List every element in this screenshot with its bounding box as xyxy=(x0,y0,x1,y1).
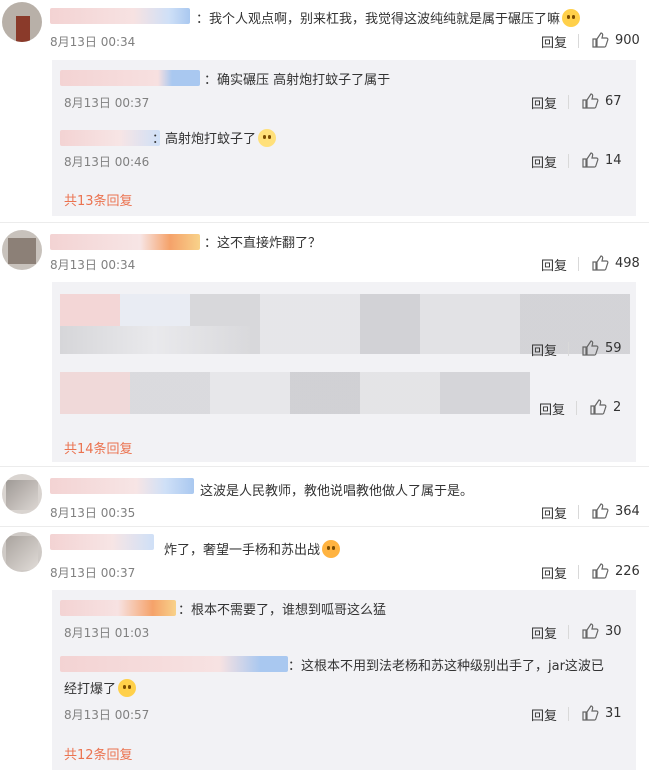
username[interactable] xyxy=(60,656,288,672)
avatar[interactable] xyxy=(2,532,42,572)
like-count: 498 xyxy=(615,255,640,271)
divider xyxy=(568,154,569,168)
divider xyxy=(578,34,579,48)
reply-button[interactable]: 回复 xyxy=(541,32,567,51)
comment-time: 8月13日 00:34 xyxy=(50,35,136,49)
divider xyxy=(568,342,569,356)
reply-button[interactable]: 回复 xyxy=(531,705,557,724)
reply-text: ：根本不需要了，谁想到呱哥这么猛 xyxy=(178,603,387,618)
divider xyxy=(578,257,579,271)
reply-button[interactable]: 回复 xyxy=(531,340,557,359)
thumbs-up-icon xyxy=(582,623,599,639)
reply-time: 8月13日 00:46 xyxy=(64,155,150,169)
thumbs-up-icon xyxy=(582,340,599,356)
like-count: 2 xyxy=(613,399,622,415)
thumbs-up-icon xyxy=(582,93,599,109)
emoji-icon xyxy=(562,9,581,27)
like-count: 67 xyxy=(605,93,622,109)
like-count: 364 xyxy=(615,503,640,519)
like-count: 226 xyxy=(615,563,640,579)
comment-text: 炸了，奢望一手杨和苏出战 xyxy=(164,539,341,558)
reply-button[interactable]: 回复 xyxy=(531,623,557,642)
blurred-reply-content xyxy=(60,372,530,414)
like-count: 14 xyxy=(605,152,622,168)
like-button[interactable]: 14 xyxy=(581,151,622,169)
username[interactable] xyxy=(60,600,176,616)
thumbs-up-icon xyxy=(592,255,609,271)
like-count: 30 xyxy=(605,623,622,639)
blurred-reply-content xyxy=(60,326,250,354)
comment-time: 8月13日 00:34 xyxy=(50,258,136,272)
reply-panel: ：确实碾压 高射炮打蚊子了属于 8月13日 00:37 回复 67 ：高射炮打蚊… xyxy=(52,60,636,216)
like-button[interactable]: 364 xyxy=(591,502,640,520)
divider xyxy=(568,625,569,639)
emoji-icon xyxy=(258,129,277,147)
comment-text: ：我个人观点啊，别来杠我，我觉得这波纯纯就是属于碾压了嘛 xyxy=(196,8,581,27)
reply-button[interactable]: 回复 xyxy=(541,255,567,274)
reply-text-continued: 经打爆了 xyxy=(64,678,137,697)
like-button[interactable]: 498 xyxy=(591,254,640,272)
thumbs-up-icon xyxy=(592,32,609,48)
avatar[interactable] xyxy=(2,2,42,42)
reply-time: 8月13日 00:57 xyxy=(64,708,150,722)
more-replies-link[interactable]: 共12条回复 xyxy=(64,744,133,763)
thumbs-up-icon xyxy=(592,503,609,519)
like-count: 31 xyxy=(605,705,622,721)
reply-text: ：确实碾压 高射炮打蚊子了属于 xyxy=(204,73,391,88)
emoji-icon xyxy=(322,540,341,558)
comment: ：这不直接炸翻了？ 8月13日 00:34 回复 498 回复 59 回复 2 … xyxy=(0,222,649,466)
reply-time: 8月13日 01:03 xyxy=(64,626,150,640)
divider xyxy=(578,565,579,579)
like-button[interactable]: 31 xyxy=(581,704,622,722)
comment-text: 这波是人民教师，教他说唱教他做人了属于是。 xyxy=(200,484,474,499)
avatar[interactable] xyxy=(2,474,42,514)
emoji-icon xyxy=(118,679,137,697)
reply-text: ：这根本不用到法老杨和苏这种级别出手了，jar这波已 xyxy=(288,659,604,674)
reply-panel: ：根本不需要了，谁想到呱哥这么猛 8月13日 01:03 回复 30 ：这根本不… xyxy=(52,590,636,770)
reply-button[interactable]: 回复 xyxy=(531,93,557,112)
username[interactable] xyxy=(50,234,200,250)
more-replies-link[interactable]: 共13条回复 xyxy=(64,190,133,209)
comment-time: 8月13日 00:35 xyxy=(50,506,136,520)
reply-button[interactable]: 回复 xyxy=(539,399,565,418)
divider xyxy=(578,505,579,519)
username[interactable] xyxy=(50,478,194,494)
reply-button[interactable]: 回复 xyxy=(541,503,567,522)
like-button[interactable]: 67 xyxy=(581,92,622,110)
username[interactable] xyxy=(50,8,190,24)
comment-text: ：这不直接炸翻了？ xyxy=(204,236,322,251)
divider xyxy=(576,401,577,415)
thumbs-up-icon xyxy=(582,152,599,168)
username[interactable] xyxy=(50,534,154,550)
like-button[interactable]: 30 xyxy=(581,622,622,640)
like-count: 900 xyxy=(615,32,640,48)
like-count: 59 xyxy=(605,340,622,356)
comment: 这波是人民教师，教他说唱教他做人了属于是。 8月13日 00:35 回复 364 xyxy=(0,466,649,526)
divider xyxy=(568,95,569,109)
divider xyxy=(568,707,569,721)
reply-panel: 回复 59 回复 2 共14条回复 xyxy=(52,282,636,462)
like-button[interactable]: 2 xyxy=(589,398,621,416)
like-button[interactable]: 59 xyxy=(581,339,622,357)
reply-button[interactable]: 回复 xyxy=(541,563,567,582)
thumbs-up-icon xyxy=(582,705,599,721)
avatar[interactable] xyxy=(2,230,42,270)
username[interactable] xyxy=(60,130,160,146)
reply-text: ：高射炮打蚊子了 xyxy=(152,128,277,147)
thumbs-up-icon xyxy=(590,399,607,415)
like-button[interactable]: 900 xyxy=(591,31,640,49)
reply-time: 8月13日 00:37 xyxy=(64,96,150,110)
more-replies-link[interactable]: 共14条回复 xyxy=(64,438,133,457)
comment-time: 8月13日 00:37 xyxy=(50,566,136,580)
like-button[interactable]: 226 xyxy=(591,562,640,580)
reply-button[interactable]: 回复 xyxy=(531,152,557,171)
comment: ：我个人观点啊，别来杠我，我觉得这波纯纯就是属于碾压了嘛 8月13日 00:34… xyxy=(0,0,649,220)
thumbs-up-icon xyxy=(592,563,609,579)
comment: 炸了，奢望一手杨和苏出战 8月13日 00:37 回复 226 ：根本不需要了，… xyxy=(0,526,649,775)
username[interactable] xyxy=(60,70,200,86)
